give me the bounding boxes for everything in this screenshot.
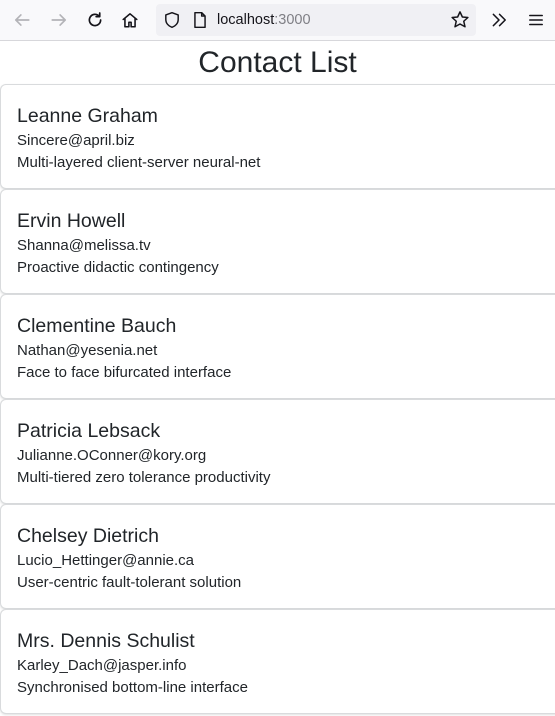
page-icon[interactable] — [191, 11, 209, 33]
contact-card: Clementine Bauch Nathan@yesenia.net Face… — [0, 294, 555, 399]
contact-catchphrase: Multi-tiered zero tolerance productivity — [17, 469, 271, 486]
home-icon — [121, 11, 139, 29]
chevron-double-right-icon — [490, 11, 508, 29]
contact-name: Chelsey Dietrich — [17, 525, 159, 547]
arrow-right-icon — [50, 11, 68, 29]
star-icon[interactable] — [450, 10, 470, 34]
contact-email: Sincere@april.biz — [17, 132, 135, 149]
contact-name: Mrs. Dennis Schulist — [17, 630, 195, 652]
home-button[interactable] — [116, 6, 144, 34]
contact-name: Leanne Graham — [17, 105, 158, 127]
contact-card: Mrs. Dennis Schulist Karley_Dach@jasper.… — [0, 609, 555, 714]
url-text[interactable]: localhost:3000 — [217, 4, 311, 36]
forward-button[interactable] — [45, 6, 73, 34]
contact-catchphrase: Synchronised bottom-line interface — [17, 679, 248, 696]
contact-list: Leanne Graham Sincere@april.biz Multi-la… — [0, 84, 555, 714]
arrow-left-icon — [13, 11, 31, 29]
contact-email: Lucio_Hettinger@annie.ca — [17, 552, 195, 569]
url-bar[interactable]: localhost:3000 — [156, 4, 476, 36]
page-title: Contact List — [198, 46, 357, 79]
page-content: Contact List Leanne Graham Sincere@april… — [0, 41, 555, 716]
contact-name: Patricia Lebsack — [17, 420, 161, 442]
overflow-button[interactable] — [485, 6, 513, 34]
contact-card: Patricia Lebsack Julianne.OConner@kory.o… — [0, 399, 555, 504]
url-port: :3000 — [274, 12, 311, 28]
reload-button[interactable] — [81, 6, 109, 34]
contact-name: Ervin Howell — [17, 210, 126, 232]
contact-catchphrase: Face to face bifurcated interface — [17, 364, 232, 381]
contact-email: Nathan@yesenia.net — [17, 342, 158, 359]
contact-catchphrase: User-centric fault-tolerant solution — [17, 574, 242, 591]
contact-email: Julianne.OConner@kory.org — [17, 447, 207, 464]
shield-icon[interactable] — [163, 11, 181, 33]
contact-catchphrase: Proactive didactic contingency — [17, 259, 219, 276]
reload-icon — [86, 11, 104, 29]
contact-catchphrase: Multi-layered client-server neural-net — [17, 154, 261, 171]
contact-card: Ervin Howell Shanna@melissa.tv Proactive… — [0, 189, 555, 294]
contact-email: Karley_Dach@jasper.info — [17, 657, 187, 674]
contact-name: Clementine Bauch — [17, 315, 177, 337]
hamburger-menu-icon — [527, 11, 545, 29]
url-host: localhost — [217, 12, 275, 28]
browser-toolbar: localhost:3000 — [0, 0, 555, 41]
contact-card: Chelsey Dietrich Lucio_Hettinger@annie.c… — [0, 504, 555, 609]
contact-email: Shanna@melissa.tv — [17, 237, 151, 254]
back-button[interactable] — [8, 6, 36, 34]
contact-card: Leanne Graham Sincere@april.biz Multi-la… — [0, 84, 555, 189]
menu-button[interactable] — [522, 6, 550, 34]
